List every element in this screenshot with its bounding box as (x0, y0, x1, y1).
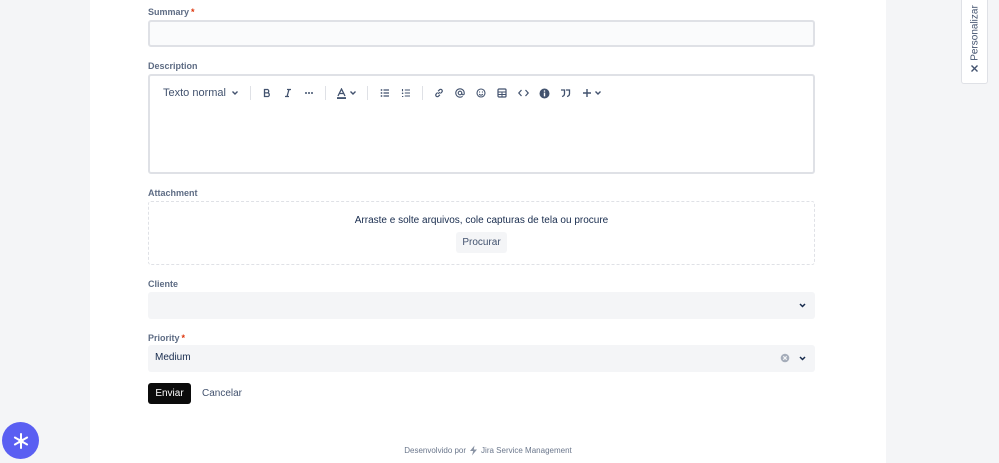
attachment-label: Attachment (148, 188, 198, 198)
info-icon[interactable] (535, 82, 553, 104)
browse-button[interactable]: Procurar (456, 232, 507, 253)
bold-icon[interactable] (258, 82, 276, 104)
numbered-list-icon[interactable] (397, 82, 415, 104)
required-mark: * (191, 7, 195, 17)
cliente-select[interactable] (148, 292, 815, 319)
clear-icon[interactable] (780, 353, 790, 363)
chevron-down-icon (231, 91, 238, 95)
required-mark: * (181, 333, 186, 343)
snowflake-icon (13, 432, 28, 449)
emoji-icon[interactable] (472, 82, 490, 104)
accessibility-widget-button[interactable] (2, 422, 39, 459)
text-style-label: Texto normal (163, 87, 226, 99)
cliente-label: Cliente (148, 279, 179, 289)
chevron-down-icon (799, 303, 806, 308)
jira-logo-icon (470, 445, 478, 456)
italic-icon[interactable] (279, 82, 297, 104)
summary-input[interactable] (148, 20, 815, 47)
quote-icon[interactable] (556, 82, 574, 104)
priority-value: Medium (155, 352, 191, 363)
powered-by-footer: Desenvolvido por Jira Service Management (90, 445, 886, 456)
bullet-list-icon[interactable] (376, 82, 394, 104)
text-color-icon[interactable] (333, 82, 359, 104)
summary-label: Summary * (148, 7, 195, 17)
text-style-dropdown[interactable]: Texto normal (162, 82, 240, 104)
insert-plus-icon[interactable] (580, 82, 604, 104)
code-icon[interactable] (514, 82, 532, 104)
description-label: Description (148, 61, 198, 71)
chevron-down-icon (349, 91, 356, 95)
priority-label: Priority * (148, 333, 186, 343)
submit-button[interactable]: Enviar (148, 383, 191, 404)
chevron-down-icon (595, 91, 601, 95)
personalize-label: Personalizar (969, 5, 981, 61)
cancel-button[interactable]: Cancelar (197, 383, 247, 404)
more-icon[interactable] (300, 82, 318, 104)
editor-toolbar: Texto normal (150, 82, 813, 104)
footer-prefix: Desenvolvido por (404, 446, 467, 455)
mention-icon[interactable] (451, 82, 469, 104)
personalize-tab[interactable]: Personalizar (961, 0, 988, 84)
dropzone-text: Arraste e solte arquivos, cole capturas … (354, 215, 609, 226)
close-icon[interactable] (970, 64, 979, 73)
priority-select[interactable]: Medium (148, 345, 815, 372)
description-editor[interactable]: Texto normal (148, 74, 815, 174)
table-icon[interactable] (493, 82, 511, 104)
link-icon[interactable] (430, 82, 448, 104)
footer-brand[interactable]: Jira Service Management (481, 446, 572, 455)
chevron-down-icon (799, 356, 806, 361)
attachment-dropzone[interactable]: Arraste e solte arquivos, cole capturas … (148, 201, 815, 265)
